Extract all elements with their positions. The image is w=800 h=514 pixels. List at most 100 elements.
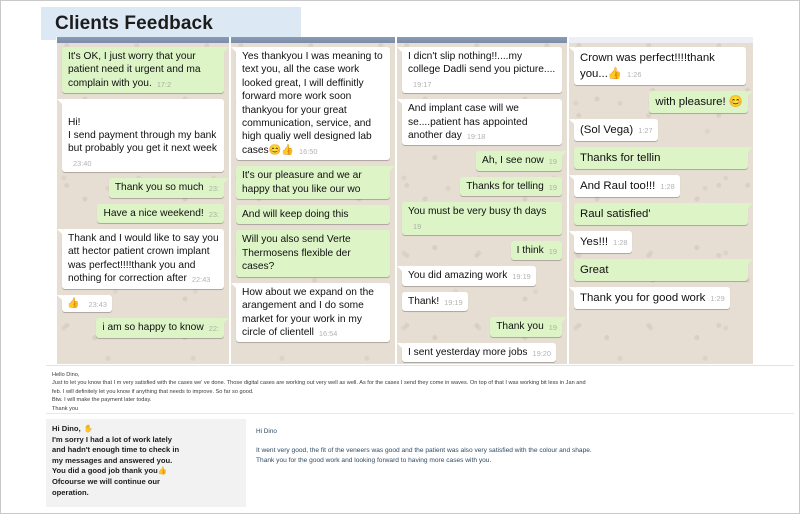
message-row: I think 19 [402,241,562,266]
chat-column-2[interactable]: Yes thankyou I was meaning to text you, … [230,37,396,364]
bubble-text: And will keep doing this [242,209,349,221]
message-row: And Raul too!!! 1:28 [569,175,748,203]
bubble-time: 23:40 [73,158,92,168]
chat-bubble-incoming[interactable]: And implant case will we se....patient h… [397,99,562,146]
bubble-text: with pleasure! 😊 [655,96,743,108]
bubble-text: Raul satisfied' [580,208,651,220]
thumbs-up-icon: 👍 [67,297,80,309]
chat-bubble-incoming[interactable]: Hi! I send payment through my bank but p… [57,99,224,173]
email-line: Just to let you know that I m very satis… [52,380,586,387]
bubble-time: 22:43 [191,275,211,285]
bubble-text: Have a nice weekend! [103,207,204,219]
chat-bubble-outgoing[interactable]: Raul satisfied' [574,203,753,225]
message-row: And will keep doing this [236,205,390,230]
email-line: feb. I will definitely let you know if a… [52,388,254,395]
bubble-time: 16:54 [318,328,338,338]
bottom-left-line: operation. [52,487,89,497]
bubble-text: Thank you so much [114,182,204,194]
message-row: I dicn't slip nothing!!....my college Da… [397,47,562,99]
chat-bubble-outgoing[interactable]: Thanks for tellin [574,147,753,169]
chat-bubble-incoming[interactable]: Yes!!! 1:28 [569,231,633,253]
chat-bubble-incoming[interactable]: You did amazing work 19:19 [397,266,536,286]
bubble-time: 19:18 [466,132,486,142]
chat-bubble-outgoing[interactable]: Will you also send Verte Thermosens flex… [236,230,390,277]
message-row: How about we expand on the arangement an… [231,282,390,349]
bubble-text: I dicn't slip nothing!!....my college Da… [408,51,556,76]
bubble-time: 19:19 [444,297,463,307]
bottom-left-message: Hi Dino, ✋ I'm sorry I had a lot of work… [46,419,246,507]
chat-bubble-outgoing[interactable]: i am so happy to know 22: [96,318,229,338]
page-title-banner: Clients Feedback [41,7,301,40]
chat-bubble-outgoing[interactable]: Thank you so much 23: [108,178,229,198]
bubble-time: 19 [548,247,557,257]
bubble-text: Ah, I see now [482,155,544,167]
chat-bubble-outgoing[interactable]: I think 19 [510,241,562,261]
chat-bubble-outgoing[interactable]: with pleasure! 😊 [649,91,753,113]
chat-bubble-incoming[interactable]: I sent yesterday more jobs 19:20 [397,342,556,363]
message-row: Thanks for telling 19 [402,176,562,202]
screenshot-root: Clients Feedback It's OK, I just worry t… [0,0,800,514]
message-row: Yes!!! 1:28 [569,231,748,259]
bubble-text: Thank you [496,321,544,333]
chat-bubble-incoming[interactable]: (Sol Vega) 1:27 [569,119,658,141]
bubble-time: 16:50 [298,146,318,156]
message-row: Thank you 19 [402,317,567,342]
bubble-time: 1:27 [638,126,653,135]
bubble-text: Thank! [408,295,440,307]
chat-bubble-incoming[interactable]: Thank you for good work 1:29 [569,287,730,309]
bubble-text: I sent yesterday more jobs [408,346,528,358]
bubble-text: Great [580,264,609,276]
chat-bubble-incoming[interactable]: How about we expand on the arangement an… [231,282,390,343]
email-line: Hello Dino, [52,372,80,378]
bubble-text: I think [516,245,544,257]
message-row: 👍 23:43 [57,294,224,318]
bubble-text: How about we expand on the arangement an… [242,286,374,338]
chat-column-3[interactable]: I dicn't slip nothing!!....my college Da… [396,37,568,364]
chat-bubble-incoming[interactable]: Yes thankyou I was meaning to text you, … [231,47,390,161]
chat-bubble-outgoing[interactable]: Thank you 19 [490,317,567,337]
chat-bubble-outgoing[interactable]: It's our pleasure and we ar happy that y… [236,166,395,200]
bubble-time: 23:43 [88,299,107,309]
bottom-left-line: Ofcourse we will continue our [52,476,161,486]
bubble-time: 19 [548,157,557,167]
chat-bubble-outgoing[interactable]: It's OK, I just worry that your patient … [62,47,229,94]
message-row: Great [574,259,753,287]
message-row: (Sol Vega) 1:27 [569,119,748,147]
bottom-left-line: I'm sorry I had a lot of work lately [52,434,172,444]
chat-bubble-incoming[interactable]: I dicn't slip nothing!!....my college Da… [397,47,562,94]
chat-column-4[interactable]: Crown was perfect!!!!thank you...👍 1:26 w… [568,37,754,364]
bubble-text: Crown was perfect!!!!thank you...👍 [580,52,715,80]
bubble-time: 1:26 [627,70,642,79]
chat-bubble-incoming[interactable]: Thank and I would like to say you att he… [57,229,224,289]
message-row: You did amazing work 19:19 [397,266,562,291]
chat-bubble-outgoing[interactable]: Ah, I see now 19 [476,151,567,171]
column-2-header-strip [231,37,395,43]
bottom-left-line: and hadn't enough time to check in [52,445,180,455]
column-4-header-strip [569,37,753,43]
divider [46,413,794,414]
chat-bubble-thumbs-up[interactable]: 👍 23:43 [57,294,112,313]
bubble-text: You must be very busy th days [408,206,547,218]
chat-column-1[interactable]: It's OK, I just worry that your patient … [56,37,230,364]
message-row: Hi! I send payment through my bank but p… [57,99,224,178]
message-row: Thank you for good work 1:29 [569,287,748,315]
chat-bubble-incoming[interactable]: Thank! 19:19 [402,291,468,312]
bubble-text: Thanks for telling [466,180,544,192]
bubble-time: 19:20 [532,348,551,358]
email-feedback-panel: Hello Dino, Just to let you know that I … [46,365,794,413]
message-row: Crown was perfect!!!!thank you...👍 1:26 [569,47,748,91]
chat-bubble-outgoing[interactable]: And will keep doing this [236,205,390,225]
chat-bubble-incoming[interactable]: And Raul too!!! 1:28 [569,175,680,197]
chat-bubble-outgoing[interactable]: You must be very busy th days 19 [402,202,562,236]
bubble-text: It's OK, I just worry that your patient … [68,51,201,89]
bubble-time: 19:19 [512,272,531,282]
chat-bubble-outgoing[interactable]: Thanks for telling 19 [460,176,562,197]
message-row: Thank you so much 23: [62,178,229,203]
bubble-time: 17:2 [156,79,172,89]
bottom-right-line: It went very good, the fit of the veneer… [256,447,592,454]
chat-bubble-incoming[interactable]: Crown was perfect!!!!thank you...👍 1:26 [569,47,746,85]
chat-bubble-outgoing[interactable]: Great [574,259,753,281]
bottom-right-greeting: Hi Dino [256,428,277,435]
message-row: Thank and I would like to say you att he… [57,229,224,295]
chat-bubble-outgoing[interactable]: Have a nice weekend! 23: [97,203,224,224]
